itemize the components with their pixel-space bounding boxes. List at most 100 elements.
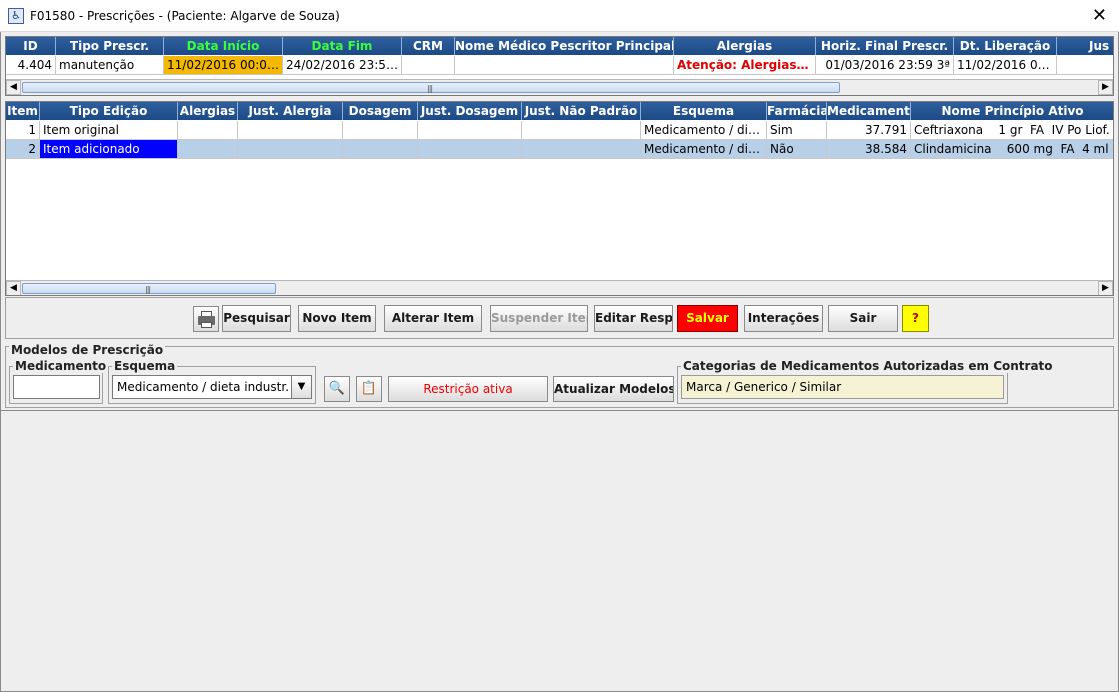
cell-item: 2 xyxy=(6,140,40,159)
prescriptions-grid[interactable]: ID Tipo Prescr. Data Início Data Fim CRM… xyxy=(5,36,1114,96)
medicamento-label: Medicamento xyxy=(13,359,109,373)
col-header-alergias[interactable]: Alergias xyxy=(178,102,238,120)
action-toolbar: Pesquisar Novo Item Alterar Item Suspend… xyxy=(5,297,1114,339)
cell-horiz-final: 01/03/2016 23:59 3ª xyxy=(816,56,954,75)
cell-medicamento: 37.791 xyxy=(827,121,911,140)
models-panel: Modelos de Prescrição Medicamento Esquem… xyxy=(5,343,1114,408)
medicamento-fieldset: Medicamento xyxy=(9,359,109,404)
cell-just-alergia xyxy=(238,140,343,159)
window-title: F01580 - Prescrições - (Paciente: Algarv… xyxy=(30,9,340,23)
cell-dosagem xyxy=(343,121,418,140)
col-header-just-alergia[interactable]: Just. Alergia xyxy=(238,102,343,120)
title-bar: ♿ F01580 - Prescrições - (Paciente: Alga… xyxy=(0,0,1119,32)
esquema-fieldset: Esquema Medicamento / dieta industr. ▼ xyxy=(108,359,316,404)
col-header-id[interactable]: ID xyxy=(6,37,56,55)
cell-data-inicio: 11/02/2016 00:00 5ª xyxy=(164,56,283,75)
esquema-select[interactable]: Medicamento / dieta industr. ▼ xyxy=(112,375,312,399)
sair-button[interactable]: Sair xyxy=(828,305,898,332)
cell-alergias xyxy=(178,121,238,140)
col-header-dt-liberacao[interactable]: Dt. Liberação xyxy=(954,37,1057,55)
cell-farmacia: Não xyxy=(767,140,827,159)
col-header-horiz-final[interactable]: Horiz. Final Prescr. xyxy=(816,37,954,55)
pesquisar-button[interactable]: Pesquisar xyxy=(222,305,291,332)
col-header-just-nao-padrao[interactable]: Just. Não Padrão xyxy=(522,102,641,120)
items-grid-header: Item Tipo Edição Alergias Just. Alergia … xyxy=(6,102,1113,120)
table-row[interactable]: 4.404 manutenção 11/02/2016 00:00 5ª 24/… xyxy=(6,56,1113,75)
cell-alergias: Atenção: Alergias / co... xyxy=(674,56,816,75)
col-header-crm[interactable]: CRM xyxy=(402,37,455,55)
cell-id: 4.404 xyxy=(6,56,56,75)
cell-nome-principio: Ceftriaxona 1 gr FA IV Po Liof. Ma xyxy=(911,121,1113,140)
cell-nome-principio: Clindamicina 600 mg FA 4 ml Sir xyxy=(911,140,1113,159)
cell-item: 1 xyxy=(6,121,40,140)
col-header-tipo-edicao[interactable]: Tipo Edição xyxy=(40,102,178,120)
printer-icon[interactable] xyxy=(193,306,219,332)
clipboard-icon[interactable]: 📋 xyxy=(356,376,382,402)
col-header-dosagem[interactable]: Dosagem xyxy=(343,102,418,120)
cell-medicamento: 38.584 xyxy=(827,140,911,159)
col-header-data-fim[interactable]: Data Fim xyxy=(283,37,402,55)
cell-farmacia: Sim xyxy=(767,121,827,140)
col-header-medicamento[interactable]: Medicamento xyxy=(827,102,911,120)
alterar-item-button[interactable]: Alterar Item xyxy=(384,305,482,332)
table-row[interactable]: 1 Item original Medicamento / dieta... S… xyxy=(6,121,1113,140)
cell-just-dosagem xyxy=(418,140,522,159)
cell-crm xyxy=(402,56,455,75)
cell-dosagem xyxy=(343,140,418,159)
models-section-title: Modelos de Prescrição xyxy=(9,343,166,357)
cell-data-fim: 24/02/2016 23:59 4ª xyxy=(283,56,402,75)
col-header-esquema[interactable]: Esquema xyxy=(641,102,767,120)
prescriptions-grid-header: ID Tipo Prescr. Data Início Data Fim CRM… xyxy=(6,37,1113,55)
cell-alergias xyxy=(178,140,238,159)
col-header-just-dosagem[interactable]: Just. Dosagem xyxy=(418,102,522,120)
cell-tipo-edicao: Item adicionado xyxy=(40,140,178,159)
col-header-tipo-prescr[interactable]: Tipo Prescr. xyxy=(56,37,164,55)
col-header-jus[interactable]: Jus xyxy=(1057,37,1113,55)
col-header-data-inicio[interactable]: Data Início xyxy=(164,37,283,55)
cell-dt-liberacao: 11/02/2016 08:... xyxy=(954,56,1057,75)
col-header-item[interactable]: Item xyxy=(6,102,40,120)
cell-tipo-prescr: manutenção xyxy=(56,56,164,75)
scroll-left-icon[interactable]: ◀ xyxy=(6,80,21,95)
items-grid[interactable]: Item Tipo Edição Alergias Just. Alergia … xyxy=(5,101,1114,296)
scroll-thumb[interactable]: ||| xyxy=(22,283,276,294)
cell-esquema: Medicamento / dieta... xyxy=(641,121,767,140)
cell-tipo-edicao: Item original xyxy=(40,121,178,140)
esquema-select-value: Medicamento / dieta industr. xyxy=(117,380,290,394)
magnifier-icon[interactable]: 🔍 xyxy=(324,376,350,402)
col-header-nome-principio[interactable]: Nome Princípio Ativo xyxy=(911,102,1113,120)
col-header-farmacia[interactable]: Farmácia xyxy=(767,102,827,120)
categorias-value: Marca / Generico / Similar xyxy=(681,375,1004,399)
col-header-alergias[interactable]: Alergias xyxy=(674,37,816,55)
chevron-down-icon[interactable]: ▼ xyxy=(291,376,311,398)
categorias-label: Categorias de Medicamentos Autorizadas e… xyxy=(681,359,1055,373)
scroll-left-icon[interactable]: ◀ xyxy=(6,281,21,295)
cell-just-alergia xyxy=(238,121,343,140)
esquema-label: Esquema xyxy=(112,359,178,373)
editar-resp-button[interactable]: Editar Resp. xyxy=(594,305,673,332)
col-header-nome-medico[interactable]: Nome Médico Pescritor Principal xyxy=(455,37,674,55)
cell-just-nao-padrao xyxy=(522,121,641,140)
cell-esquema: Medicamento / dieta... xyxy=(641,140,767,159)
scroll-right-icon[interactable]: ▶ xyxy=(1098,80,1113,95)
restricao-ativa-button[interactable]: Restrição ativa xyxy=(388,376,548,402)
table-row[interactable]: 2 Item adicionado Medicamento / dieta...… xyxy=(6,140,1113,159)
medicamento-input[interactable] xyxy=(13,375,100,399)
scroll-right-icon[interactable]: ▶ xyxy=(1098,281,1113,295)
cell-nome-medico xyxy=(455,56,674,75)
close-icon[interactable]: ✕ xyxy=(1092,5,1107,26)
empty-content-area xyxy=(1,410,1118,690)
categorias-fieldset: Categorias de Medicamentos Autorizadas e… xyxy=(677,359,1055,404)
salvar-button[interactable]: Salvar xyxy=(677,305,738,332)
cell-just-nao-padrao xyxy=(522,140,641,159)
prescriptions-hscrollbar[interactable]: ◀ ||| ▶ xyxy=(6,79,1113,95)
interacoes-button[interactable]: Interações xyxy=(744,305,823,332)
novo-item-button[interactable]: Novo Item xyxy=(298,305,376,332)
cell-jus xyxy=(1057,56,1113,75)
scroll-thumb[interactable]: ||| xyxy=(22,82,840,93)
suspender-item-button[interactable]: Suspender Item xyxy=(490,305,588,332)
atualizar-modelos-button[interactable]: Atualizar Modelos xyxy=(553,376,674,402)
items-hscrollbar[interactable]: ◀ ||| ▶ xyxy=(6,280,1113,295)
help-button[interactable]: ? xyxy=(902,305,929,332)
accessibility-icon: ♿ xyxy=(8,8,24,24)
